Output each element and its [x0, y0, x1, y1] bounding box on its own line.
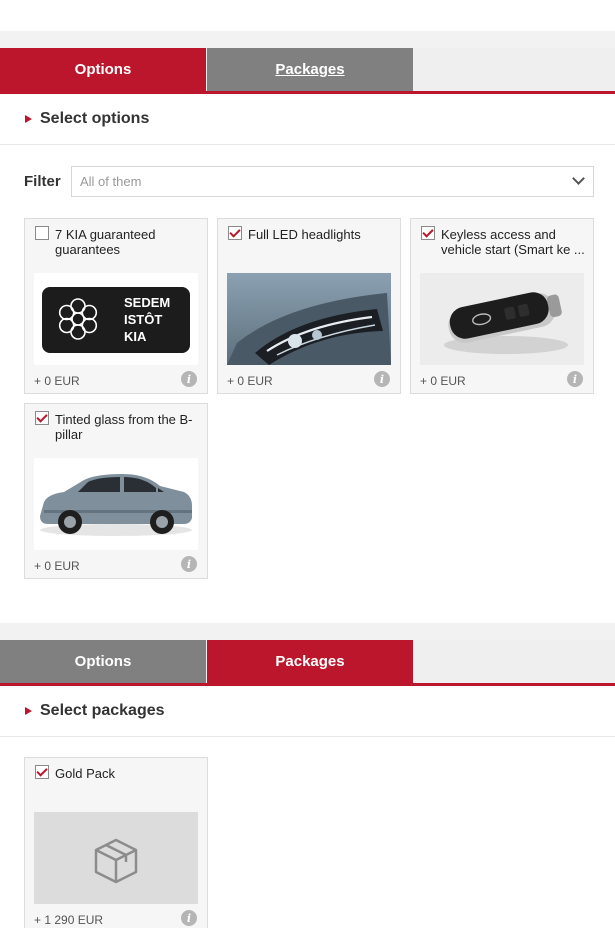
section-title: Select packages: [40, 702, 165, 719]
option-title: Keyless access and vehicle start (Smart …: [441, 227, 585, 257]
options-grid: 7 KIA guaranteed guarantees SEDEM ISTÔT …: [0, 218, 615, 579]
packages-grid: Gold Pack + 1 290 EUR i: [0, 757, 615, 928]
option-checkbox[interactable]: [35, 226, 49, 240]
option-card[interactable]: Full LED headlights + 0 EUR i: [217, 218, 401, 394]
section-title: Select options: [40, 110, 150, 127]
option-checkbox[interactable]: [35, 411, 49, 425]
option-price: + 0 EUR: [34, 559, 80, 573]
option-price: + 0 EUR: [227, 374, 273, 388]
bottom-gray-bar: [0, 623, 615, 640]
tab-packages[interactable]: Packages: [207, 640, 413, 683]
tab-packages[interactable]: Packages: [207, 48, 413, 91]
svg-text:KIA: KIA: [124, 329, 147, 344]
info-icon[interactable]: i: [374, 371, 390, 387]
info-icon[interactable]: i: [181, 556, 197, 572]
package-title: Gold Pack: [55, 766, 115, 781]
tabs-bottom: Options Packages: [0, 640, 615, 686]
filter-label: Filter: [24, 172, 61, 190]
top-strip: [0, 0, 615, 31]
headlight-image: [227, 273, 391, 365]
option-card[interactable]: Tinted glass from the B-pillar + 0 EUR i: [24, 403, 208, 579]
option-checkbox[interactable]: [421, 226, 435, 240]
options-section-header[interactable]: Select options: [0, 94, 615, 145]
info-icon[interactable]: i: [181, 910, 197, 926]
option-checkbox[interactable]: [228, 226, 242, 240]
filter-select[interactable]: All of them: [71, 165, 594, 197]
filter-row: Filter All of them: [0, 145, 615, 197]
info-icon[interactable]: i: [567, 371, 583, 387]
package-price: + 1 290 EUR: [34, 913, 104, 927]
svg-text:ISTÔT: ISTÔT: [124, 312, 162, 327]
option-price: + 0 EUR: [34, 374, 80, 388]
tab-options[interactable]: Options: [0, 640, 206, 683]
filter-value: All of them: [80, 173, 142, 189]
tabs-top: Options Packages: [0, 48, 615, 94]
svg-text:SEDEM: SEDEM: [124, 295, 170, 310]
option-title: Full LED headlights: [248, 227, 361, 242]
info-icon[interactable]: i: [181, 371, 197, 387]
package-checkbox[interactable]: [35, 765, 49, 779]
package-box-image: [34, 812, 198, 904]
kia-seal-image: SEDEM ISTÔT KIA: [34, 273, 198, 365]
option-price: + 0 EUR: [420, 374, 466, 388]
package-card[interactable]: Gold Pack + 1 290 EUR i: [24, 757, 208, 928]
packages-section-header[interactable]: Select packages: [0, 686, 615, 737]
car-side-image: [34, 458, 198, 550]
option-card[interactable]: 7 KIA guaranteed guarantees SEDEM ISTÔT …: [24, 218, 208, 394]
option-title: Tinted glass from the B-pillar: [55, 412, 193, 442]
tab-options[interactable]: Options: [0, 48, 206, 91]
caret-right-icon: [25, 115, 32, 123]
option-card[interactable]: Keyless access and vehicle start (Smart …: [410, 218, 594, 394]
smart-key-image: [420, 273, 584, 365]
top-gray-bar: [0, 31, 615, 48]
option-title: 7 KIA guaranteed guarantees: [55, 227, 156, 257]
caret-right-icon: [25, 707, 32, 715]
chevron-down-icon: [572, 172, 585, 185]
